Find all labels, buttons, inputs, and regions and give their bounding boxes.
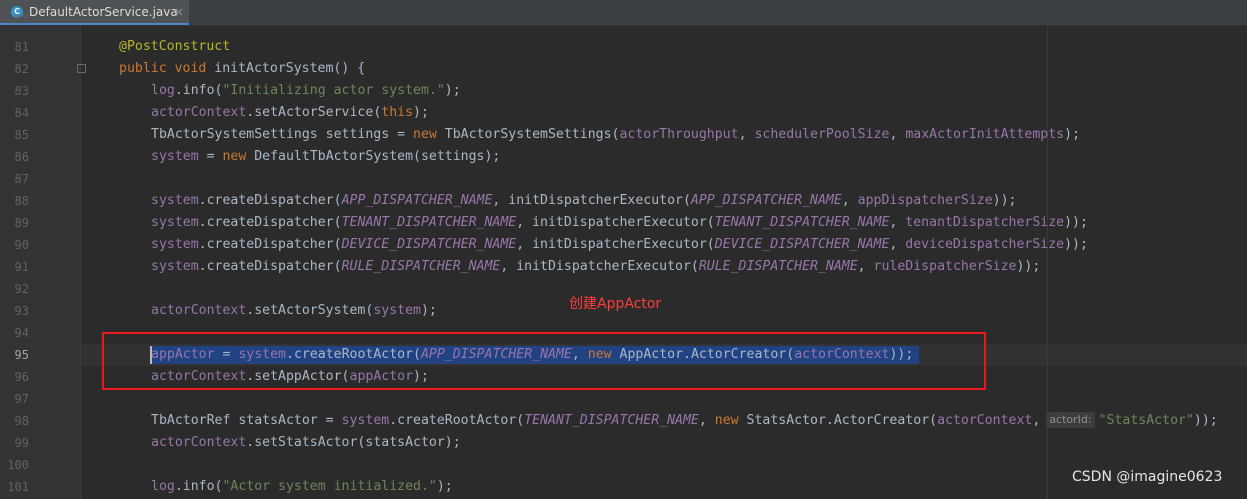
watermark: CSDN @imagine0623 (1072, 469, 1223, 485)
code-line: 100 (0, 454, 1247, 476)
code-text: actorContext.setActorService(this); (151, 105, 429, 120)
code-text: log.info("Initializing actor system."); (151, 83, 461, 98)
code-line: 80 (0, 14, 1247, 26)
annotation-highlight-box (102, 332, 986, 390)
line-number: 94 (14, 326, 29, 340)
parameter-hint: actorId: (1046, 412, 1095, 428)
code-line: 83 log.info("Initializing actor system."… (0, 80, 1247, 102)
code-text: system.createDispatcher(TENANT_DISPATCHE… (151, 215, 1088, 230)
line-number: 88 (14, 194, 29, 208)
line-number: 97 (14, 392, 29, 406)
line-number: 82 (14, 62, 29, 76)
code-text: system.createDispatcher(DEVICE_DISPATCHE… (151, 237, 1088, 252)
line-number: 87 (14, 172, 29, 186)
code-text: @PostConstruct (119, 39, 231, 54)
line-number: 84 (14, 106, 29, 120)
line-number: 86 (14, 150, 29, 164)
code-line: 89 system.createDispatcher(TENANT_DISPAT… (0, 212, 1247, 234)
code-text: log.info("Actor system initialized."); (151, 479, 453, 494)
line-number: 99 (14, 436, 29, 450)
line-number: 89 (14, 216, 29, 230)
code-text: TbActorSystemSettings settings = new TbA… (151, 127, 1081, 142)
code-text: actorContext.setActorSystem(system); (151, 303, 437, 318)
code-text: system = new DefaultTbActorSystem(settin… (151, 149, 501, 164)
code-text: public void initActorSystem() { (119, 61, 366, 76)
code-line: 88 system.createDispatcher(APP_DISPATCHE… (0, 190, 1247, 212)
code-line: 85 TbActorSystemSettings settings = new … (0, 124, 1247, 146)
annotation-label: 创建AppActor (569, 296, 662, 312)
code-line: 90 system.createDispatcher(DEVICE_DISPAT… (0, 234, 1247, 256)
code-line: 87 (0, 168, 1247, 190)
code-line: 81 @PostConstruct (0, 36, 1247, 58)
line-number: 95 (14, 348, 29, 362)
code-line: 101 log.info("Actor system initialized."… (0, 476, 1247, 498)
line-number: 90 (14, 238, 29, 252)
line-number: 81 (14, 40, 29, 54)
line-number: 80 (14, 14, 29, 21)
code-text: actorContext.setStatsActor(statsActor); (151, 435, 461, 450)
line-number: 92 (14, 282, 29, 296)
code-line: 91 system.createDispatcher(RULE_DISPATCH… (0, 256, 1247, 278)
line-number: 100 (7, 458, 29, 472)
fold-icon[interactable] (77, 64, 86, 73)
code-line: 99 actorContext.setStatsActor(statsActor… (0, 432, 1247, 454)
line-number: 93 (14, 304, 29, 318)
line-number: 85 (14, 128, 29, 142)
code-line: 86 system = new DefaultTbActorSystem(set… (0, 146, 1247, 168)
line-number: 83 (14, 84, 29, 98)
code-line: 82 public void initActorSystem() { (0, 58, 1247, 80)
code-text: system.createDispatcher(RULE_DISPATCHER_… (151, 259, 1041, 274)
line-number: 98 (14, 414, 29, 428)
code-line: 97 (0, 388, 1247, 410)
code-line: 84 actorContext.setActorService(this); (0, 102, 1247, 124)
code-text: system.createDispatcher(APP_DISPATCHER_N… (151, 193, 1017, 208)
line-number: 91 (14, 260, 29, 274)
code-line: 98 TbActorRef statsActor = system.create… (0, 410, 1247, 432)
code-text: TbActorRef statsActor = system.createRoo… (151, 412, 1218, 428)
line-number: 101 (7, 480, 29, 494)
line-number: 96 (14, 370, 29, 384)
